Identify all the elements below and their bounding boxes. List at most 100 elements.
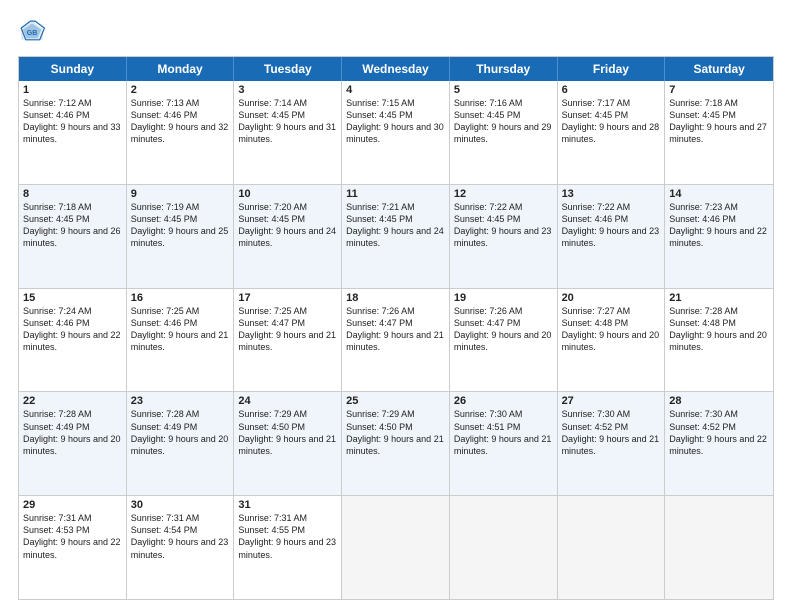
day-cell-3: 3 Sunrise: 7:14 AM Sunset: 4:45 PM Dayli… (234, 81, 342, 184)
sunset-text: Sunset: 4:55 PM (238, 524, 337, 536)
day-cell-17: 17 Sunrise: 7:25 AM Sunset: 4:47 PM Dayl… (234, 289, 342, 392)
day-cell-11: 11 Sunrise: 7:21 AM Sunset: 4:45 PM Dayl… (342, 185, 450, 288)
sunset-text: Sunset: 4:46 PM (131, 109, 230, 121)
daylight-text: Daylight: 9 hours and 32 minutes. (131, 121, 230, 145)
day-cell-7: 7 Sunrise: 7:18 AM Sunset: 4:45 PM Dayli… (665, 81, 773, 184)
sunset-text: Sunset: 4:45 PM (23, 213, 122, 225)
sunset-text: Sunset: 4:46 PM (23, 317, 122, 329)
daylight-text: Daylight: 9 hours and 22 minutes. (23, 329, 122, 353)
sunrise-text: Sunrise: 7:29 AM (238, 408, 337, 420)
day-number: 8 (23, 188, 122, 200)
sunset-text: Sunset: 4:45 PM (131, 213, 230, 225)
header-day-tuesday: Tuesday (234, 57, 342, 81)
calendar-header: SundayMondayTuesdayWednesdayThursdayFrid… (19, 57, 773, 81)
day-cell-5: 5 Sunrise: 7:16 AM Sunset: 4:45 PM Dayli… (450, 81, 558, 184)
day-number: 9 (131, 188, 230, 200)
day-number: 30 (131, 499, 230, 511)
day-number: 1 (23, 84, 122, 96)
header-day-monday: Monday (127, 57, 235, 81)
day-cell-26: 26 Sunrise: 7:30 AM Sunset: 4:51 PM Dayl… (450, 392, 558, 495)
day-number: 12 (454, 188, 553, 200)
daylight-text: Daylight: 9 hours and 21 minutes. (131, 329, 230, 353)
day-number: 31 (238, 499, 337, 511)
day-cell-1: 1 Sunrise: 7:12 AM Sunset: 4:46 PM Dayli… (19, 81, 127, 184)
day-cell-30: 30 Sunrise: 7:31 AM Sunset: 4:54 PM Dayl… (127, 496, 235, 599)
sunrise-text: Sunrise: 7:18 AM (669, 97, 769, 109)
sunrise-text: Sunrise: 7:31 AM (238, 512, 337, 524)
sunset-text: Sunset: 4:45 PM (238, 213, 337, 225)
sunrise-text: Sunrise: 7:15 AM (346, 97, 445, 109)
daylight-text: Daylight: 9 hours and 20 minutes. (669, 329, 769, 353)
sunrise-text: Sunrise: 7:28 AM (23, 408, 122, 420)
sunset-text: Sunset: 4:46 PM (23, 109, 122, 121)
sunrise-text: Sunrise: 7:23 AM (669, 201, 769, 213)
sunset-text: Sunset: 4:45 PM (346, 213, 445, 225)
day-cell-21: 21 Sunrise: 7:28 AM Sunset: 4:48 PM Dayl… (665, 289, 773, 392)
day-cell-23: 23 Sunrise: 7:28 AM Sunset: 4:49 PM Dayl… (127, 392, 235, 495)
sunrise-text: Sunrise: 7:16 AM (454, 97, 553, 109)
daylight-text: Daylight: 9 hours and 21 minutes. (346, 329, 445, 353)
sunrise-text: Sunrise: 7:13 AM (131, 97, 230, 109)
sunrise-text: Sunrise: 7:14 AM (238, 97, 337, 109)
sunset-text: Sunset: 4:46 PM (131, 317, 230, 329)
daylight-text: Daylight: 9 hours and 21 minutes. (454, 433, 553, 457)
sunrise-text: Sunrise: 7:22 AM (562, 201, 661, 213)
daylight-text: Daylight: 9 hours and 24 minutes. (346, 225, 445, 249)
daylight-text: Daylight: 9 hours and 23 minutes. (238, 536, 337, 560)
calendar-row-5: 29 Sunrise: 7:31 AM Sunset: 4:53 PM Dayl… (19, 496, 773, 599)
sunset-text: Sunset: 4:48 PM (562, 317, 661, 329)
day-cell-19: 19 Sunrise: 7:26 AM Sunset: 4:47 PM Dayl… (450, 289, 558, 392)
sunrise-text: Sunrise: 7:18 AM (23, 201, 122, 213)
daylight-text: Daylight: 9 hours and 25 minutes. (131, 225, 230, 249)
sunset-text: Sunset: 4:47 PM (346, 317, 445, 329)
daylight-text: Daylight: 9 hours and 21 minutes. (238, 329, 337, 353)
day-number: 4 (346, 84, 445, 96)
sunset-text: Sunset: 4:50 PM (346, 421, 445, 433)
day-number: 23 (131, 395, 230, 407)
empty-cell (342, 496, 450, 599)
day-number: 7 (669, 84, 769, 96)
sunrise-text: Sunrise: 7:25 AM (131, 305, 230, 317)
daylight-text: Daylight: 9 hours and 33 minutes. (23, 121, 122, 145)
day-cell-12: 12 Sunrise: 7:22 AM Sunset: 4:45 PM Dayl… (450, 185, 558, 288)
day-cell-20: 20 Sunrise: 7:27 AM Sunset: 4:48 PM Dayl… (558, 289, 666, 392)
sunrise-text: Sunrise: 7:30 AM (454, 408, 553, 420)
sunrise-text: Sunrise: 7:29 AM (346, 408, 445, 420)
sunset-text: Sunset: 4:53 PM (23, 524, 122, 536)
sunset-text: Sunset: 4:49 PM (131, 421, 230, 433)
daylight-text: Daylight: 9 hours and 22 minutes. (669, 433, 769, 457)
daylight-text: Daylight: 9 hours and 27 minutes. (669, 121, 769, 145)
day-number: 3 (238, 84, 337, 96)
day-cell-29: 29 Sunrise: 7:31 AM Sunset: 4:53 PM Dayl… (19, 496, 127, 599)
day-number: 18 (346, 292, 445, 304)
day-number: 11 (346, 188, 445, 200)
sunset-text: Sunset: 4:47 PM (454, 317, 553, 329)
header-day-saturday: Saturday (665, 57, 773, 81)
day-number: 16 (131, 292, 230, 304)
day-number: 6 (562, 84, 661, 96)
day-cell-15: 15 Sunrise: 7:24 AM Sunset: 4:46 PM Dayl… (19, 289, 127, 392)
daylight-text: Daylight: 9 hours and 23 minutes. (454, 225, 553, 249)
day-cell-22: 22 Sunrise: 7:28 AM Sunset: 4:49 PM Dayl… (19, 392, 127, 495)
sunset-text: Sunset: 4:49 PM (23, 421, 122, 433)
sunrise-text: Sunrise: 7:26 AM (346, 305, 445, 317)
sunrise-text: Sunrise: 7:12 AM (23, 97, 122, 109)
sunset-text: Sunset: 4:46 PM (562, 213, 661, 225)
day-number: 22 (23, 395, 122, 407)
calendar: SundayMondayTuesdayWednesdayThursdayFrid… (18, 56, 774, 600)
day-cell-16: 16 Sunrise: 7:25 AM Sunset: 4:46 PM Dayl… (127, 289, 235, 392)
day-cell-10: 10 Sunrise: 7:20 AM Sunset: 4:45 PM Dayl… (234, 185, 342, 288)
sunrise-text: Sunrise: 7:28 AM (669, 305, 769, 317)
sunrise-text: Sunrise: 7:27 AM (562, 305, 661, 317)
sunrise-text: Sunrise: 7:26 AM (454, 305, 553, 317)
day-number: 19 (454, 292, 553, 304)
day-cell-9: 9 Sunrise: 7:19 AM Sunset: 4:45 PM Dayli… (127, 185, 235, 288)
header: GB (18, 18, 774, 46)
daylight-text: Daylight: 9 hours and 20 minutes. (562, 329, 661, 353)
daylight-text: Daylight: 9 hours and 30 minutes. (346, 121, 445, 145)
sunrise-text: Sunrise: 7:24 AM (23, 305, 122, 317)
sunrise-text: Sunrise: 7:31 AM (23, 512, 122, 524)
day-cell-2: 2 Sunrise: 7:13 AM Sunset: 4:46 PM Dayli… (127, 81, 235, 184)
sunset-text: Sunset: 4:48 PM (669, 317, 769, 329)
day-number: 21 (669, 292, 769, 304)
